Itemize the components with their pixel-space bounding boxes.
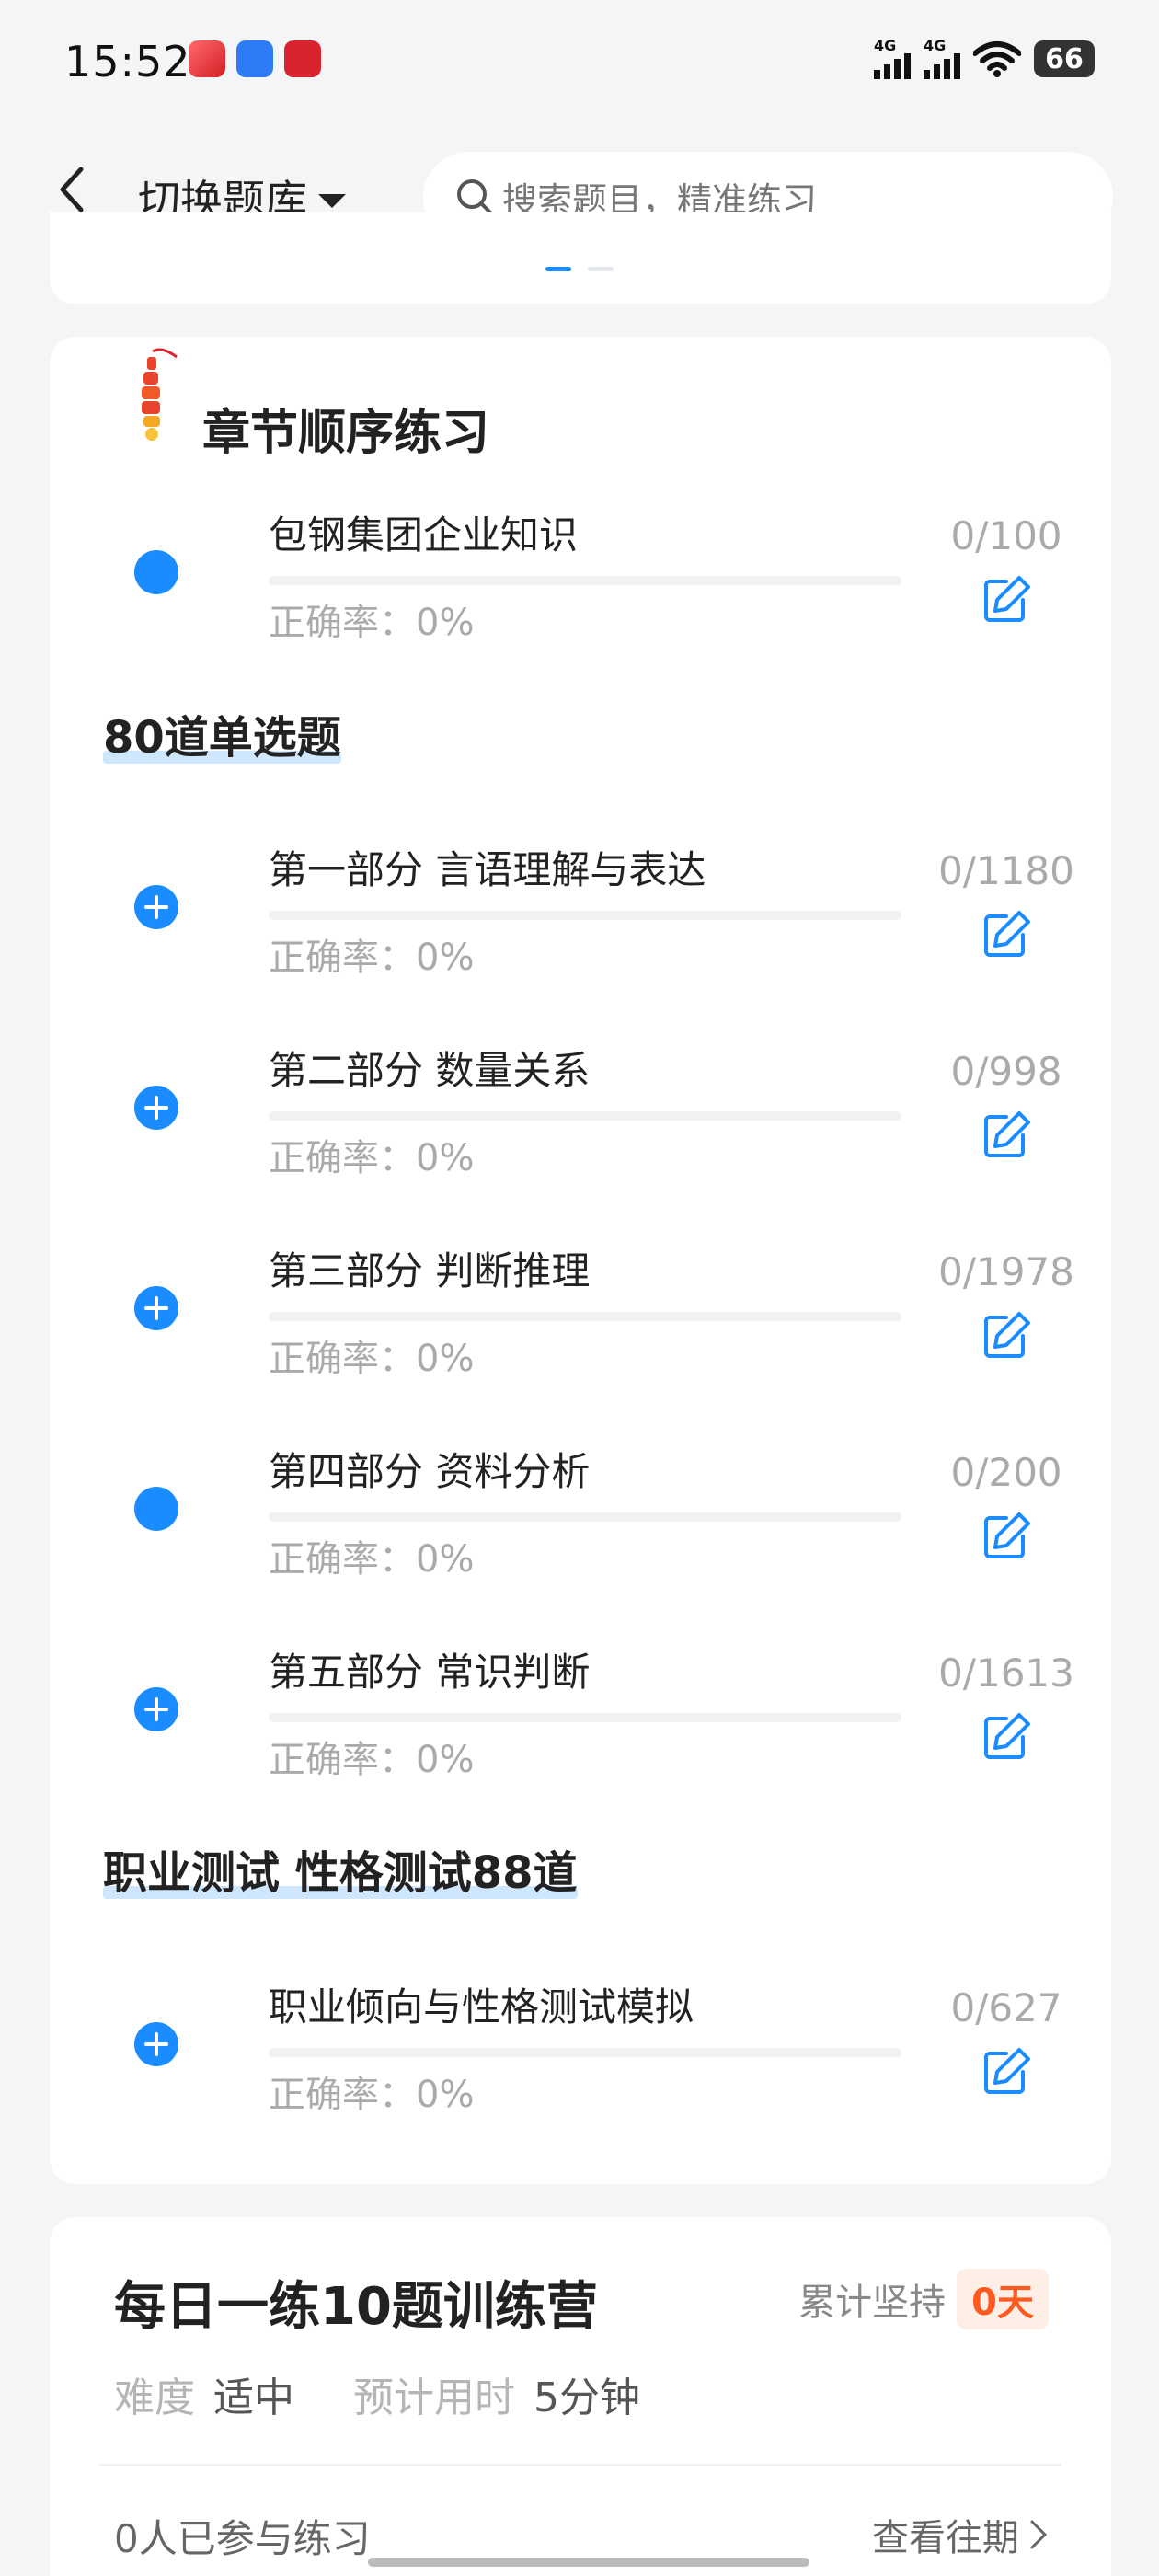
streak-badge: 0天 (957, 2269, 1049, 2329)
expand-plus-icon[interactable] (134, 1286, 178, 1330)
question-count: 0/1613 (938, 1650, 1074, 1696)
chapter-dot-icon (134, 1487, 178, 1531)
participants-count: 0人已参与练习 (114, 2516, 371, 2561)
chapter-row[interactable]: 第二部分 数量关系 正确率：0% 0/998 (50, 1040, 1111, 1224)
edit-practice-icon[interactable] (979, 1709, 1034, 1765)
progress-bar (269, 1512, 901, 1522)
question-count: 0/100 (950, 513, 1062, 558)
progress-bar (269, 1312, 901, 1321)
chapter-practice-card: 章节顺序练习 包钢集团企业知识 正确率：0% 0/100 80道单选题 第一部分 言语理… (50, 337, 1111, 2184)
caret-down-icon (318, 193, 346, 208)
chapter-row[interactable]: 第五部分 常识判断 正确率：0% 0/1613 (50, 1641, 1111, 1825)
progress-bar (269, 1713, 901, 1722)
chapter-name: 第五部分 常识判断 (269, 1650, 591, 1695)
banner-pager (0, 267, 1159, 271)
accuracy-text: 正确率：0% (269, 937, 475, 979)
difficulty-value: 适中 (213, 2375, 294, 2421)
expand-plus-icon[interactable] (134, 1086, 178, 1130)
pager-dot-active (545, 267, 571, 271)
edit-practice-icon[interactable] (979, 1308, 1034, 1363)
question-count: 0/998 (950, 1049, 1062, 1094)
time-value: 5分钟 (534, 2375, 640, 2421)
banner-card (50, 212, 1111, 304)
chapter-name: 第一部分 言语理解与表达 (269, 847, 706, 892)
edit-practice-icon[interactable] (979, 572, 1034, 627)
progress-bar (269, 1111, 901, 1121)
expand-plus-icon[interactable] (134, 885, 178, 929)
group-title: 职业测试 性格测试88道 (103, 1836, 578, 1901)
firecracker-icon (142, 348, 178, 441)
history-link[interactable]: 查看往期 (872, 2508, 1049, 2561)
accuracy-text: 正确率：0% (269, 1137, 475, 1179)
chapter-row[interactable]: 包钢集团企业知识正确率：0% 0/100 (50, 504, 1111, 688)
back-button[interactable] (44, 162, 99, 217)
chapter-name: 第四部分 资料分析 (269, 1449, 591, 1494)
streak: 累计坚持 0天 (798, 2269, 1049, 2329)
home-indicator[interactable] (368, 2558, 809, 2567)
app-notification-icon (284, 40, 321, 77)
chapter-dot-icon (134, 550, 178, 594)
notification-icons (189, 40, 321, 77)
expand-plus-icon[interactable] (134, 2022, 178, 2066)
status-bar: 15:52 4G 4G 66 (0, 0, 1159, 129)
system-icons: 4G 4G 66 (874, 39, 1095, 79)
cellular-signal-icon: 4G (874, 39, 911, 79)
chapter-row[interactable]: 第三部分 判断推理正确率：0% 0/1978 (50, 1240, 1111, 1424)
edit-practice-icon[interactable] (979, 1509, 1034, 1564)
section-title: 章节顺序练习 (202, 406, 490, 461)
expand-plus-icon[interactable] (134, 1687, 178, 1731)
network-type-label: 4G (924, 37, 947, 54)
group-title-text: 80道单选题 (103, 712, 341, 764)
wifi-icon (973, 41, 1021, 77)
chevron-left-icon (60, 167, 84, 213)
chapter-name: 第三部分 判断推理 (269, 1248, 591, 1294)
chapter-row[interactable]: 第四部分 资料分析 正确率：0% 0/200 (50, 1441, 1111, 1625)
history-link-label: 查看往期 (872, 2517, 1019, 2559)
daily-meta: 难度 适中 预计用时 5分钟 (114, 2364, 681, 2423)
progress-bar (269, 2048, 901, 2057)
accuracy-text: 正确率：0% (269, 1538, 475, 1581)
accuracy-text: 正确率：0% (269, 2074, 475, 2116)
edit-practice-icon[interactable] (979, 2044, 1034, 2099)
chapter-name: 第二部分 数量关系 (269, 1048, 591, 1093)
cellular-signal-icon: 4G (924, 39, 960, 79)
chapter-name: 职业倾向与性格测试模拟 (269, 1984, 694, 2030)
section-header: 章节顺序练习 (142, 348, 490, 463)
question-count: 0/627 (950, 1985, 1062, 2030)
app-notification-icon (189, 40, 225, 77)
daily-title: 每日一练10题训练营 (114, 2277, 598, 2337)
accuracy-text: 正确率：0% (269, 1338, 475, 1380)
chevron-right-icon (1030, 2520, 1048, 2549)
question-count: 0/200 (950, 1450, 1062, 1495)
status-time: 15:52 (64, 37, 191, 86)
chapter-row[interactable]: 职业倾向与性格测试模拟正确率：0% 0/627 (50, 1976, 1111, 2160)
group-title-text: 职业测试 性格测试88道 (103, 1847, 578, 1899)
network-type-label: 4G (874, 37, 897, 54)
chapter-row[interactable]: 第一部分 言语理解与表达 正确率：0% 0/1180 (50, 839, 1111, 1023)
divider (99, 2464, 1061, 2466)
edit-practice-icon[interactable] (979, 907, 1034, 962)
edit-practice-icon[interactable] (979, 1108, 1034, 1163)
daily-practice-card[interactable]: 每日一练10题训练营 累计坚持 0天 难度 适中 预计用时 5分钟 0人已参与练… (50, 2217, 1111, 2576)
difficulty-label: 难度 (114, 2375, 195, 2421)
group-title: 80道单选题 (103, 701, 341, 765)
accuracy-text: 正确率：0% (269, 1739, 475, 1781)
question-count: 0/1180 (938, 848, 1074, 893)
app-notification-icon (236, 40, 273, 77)
progress-bar (269, 911, 901, 920)
streak-label: 累计坚持 (798, 2282, 947, 2324)
question-count: 0/1978 (938, 1249, 1074, 1294)
chapter-name: 包钢集团企业知识 (269, 512, 579, 558)
accuracy-text: 正确率：0% (269, 602, 475, 644)
progress-bar (269, 576, 901, 585)
time-label: 预计用时 (353, 2375, 515, 2421)
pager-dot (588, 267, 614, 271)
battery-icon: 66 (1034, 40, 1095, 77)
